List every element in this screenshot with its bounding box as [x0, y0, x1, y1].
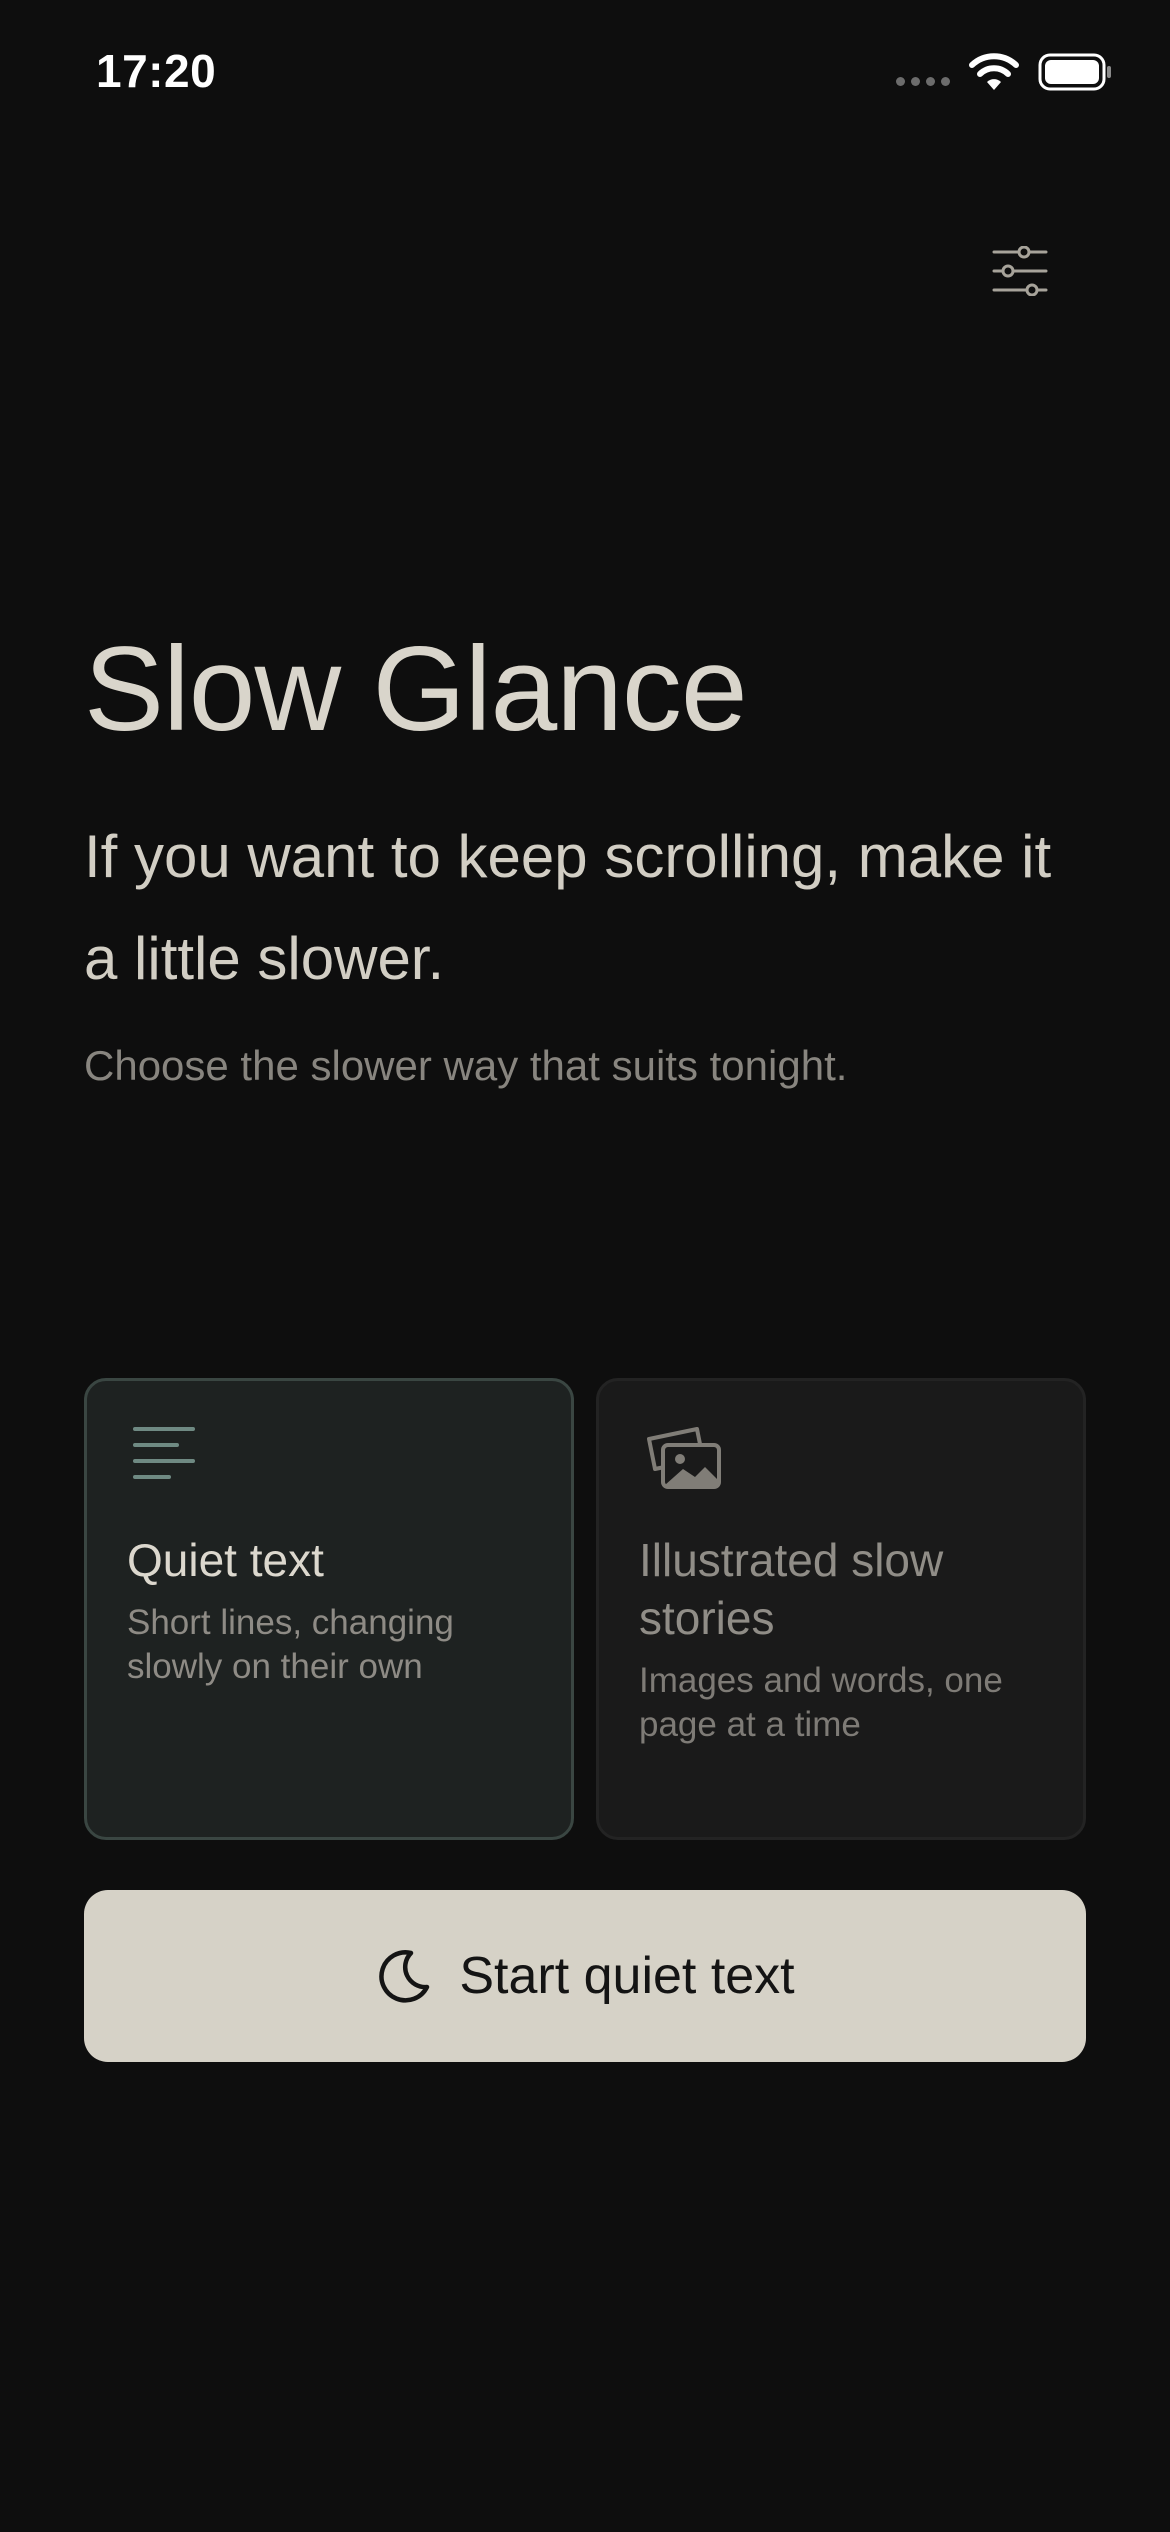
subtitle: Choose the slower way that suits tonight… — [84, 1042, 848, 1089]
start-button-label: Start quiet text — [459, 1947, 795, 2005]
tagline: If you want to keep scrolling, make it a… — [84, 823, 1052, 992]
moon-icon — [379, 1950, 430, 2003]
battery-icon — [1038, 53, 1111, 91]
status-time: 17:20 — [96, 45, 217, 97]
settings-button[interactable] — [984, 238, 1056, 304]
app-title: Slow Glance — [84, 622, 748, 756]
option-title: Illustrated slow stories — [639, 1534, 944, 1644]
text-lines-icon — [133, 1427, 195, 1479]
option-description: Short lines, changing slowly on their ow… — [127, 1603, 454, 1686]
option-card-illustrated-stories[interactable]: Illustrated slow stories Images and word… — [596, 1378, 1086, 1840]
wifi-icon — [969, 53, 1019, 90]
start-button[interactable]: Start quiet text — [84, 1890, 1086, 2062]
option-title: Quiet text — [127, 1534, 324, 1586]
option-description: Images and words, one page at a time — [639, 1661, 1003, 1744]
sliders-icon — [992, 246, 1048, 296]
signal-icon — [896, 76, 950, 86]
screen: 17:20 Slow Glance If you want to keep sc… — [0, 0, 1170, 2532]
option-card-quiet-text[interactable]: Quiet text Short lines, changing slowly … — [84, 1378, 574, 1840]
image-stack-icon — [647, 1427, 721, 1489]
status-icons — [896, 52, 1114, 92]
